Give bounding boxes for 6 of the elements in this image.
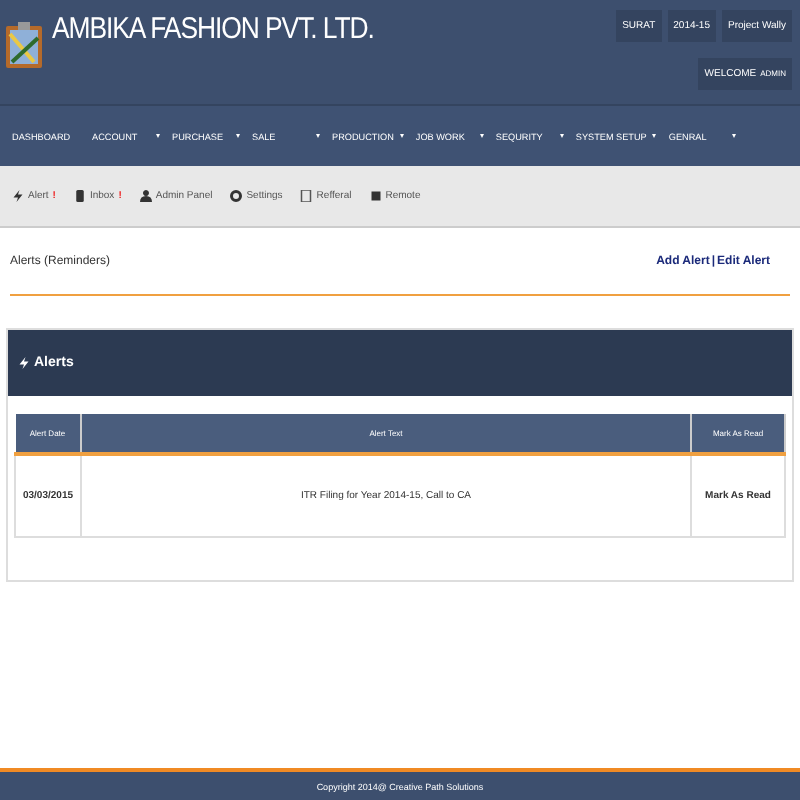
lightning-icon — [12, 190, 24, 202]
settings-icon — [230, 190, 243, 202]
document-icon — [300, 190, 313, 202]
user-icon — [139, 190, 152, 202]
company-name: AMBIKA FASHION PVT. LTD. — [52, 12, 374, 46]
lightning-icon — [18, 356, 30, 370]
